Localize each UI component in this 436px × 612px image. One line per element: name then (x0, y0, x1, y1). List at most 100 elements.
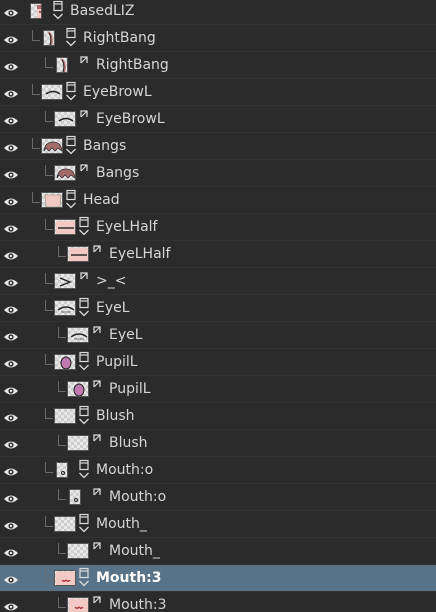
eye-icon[interactable] (3, 112, 19, 125)
eye-icon[interactable] (3, 328, 19, 341)
layer-row[interactable]: Bangs (0, 160, 436, 187)
folder-collapse-icon[interactable] (78, 513, 90, 535)
eye-icon[interactable] (3, 274, 19, 287)
layer-thumbnail (67, 381, 89, 397)
layer-name: Mouth:o (109, 489, 167, 505)
tree-connector (45, 111, 53, 122)
layer-thumbnail (30, 3, 42, 19)
layer-row[interactable]: RightBang (0, 52, 436, 79)
tree-connector (58, 435, 66, 446)
eye-icon[interactable] (3, 301, 19, 314)
layer-row[interactable]: Mouth_ (0, 538, 436, 565)
layer-thumbnail (54, 570, 76, 586)
layer-row[interactable]: Mouth:3 (0, 592, 436, 612)
folder-collapse-icon[interactable] (65, 27, 77, 49)
eye-icon[interactable] (3, 382, 19, 395)
layer-group-row[interactable]: PupilL (0, 349, 436, 376)
eye-icon[interactable] (3, 139, 19, 152)
folder-collapse-icon[interactable] (78, 216, 90, 238)
layer-link-icon (91, 594, 103, 612)
tree-connector (45, 57, 53, 68)
layer-link-icon (91, 378, 103, 400)
layer-row[interactable]: EyeLHalf (0, 241, 436, 268)
tree-connector (32, 84, 40, 95)
tree-connector (32, 192, 40, 203)
eye-icon[interactable] (3, 598, 19, 611)
layer-name: EyeLHalf (96, 219, 158, 235)
layer-group-row[interactable]: EyeBrowL (0, 79, 436, 106)
layer-name: PupilL (109, 381, 151, 397)
tree-connector (58, 246, 66, 257)
eye-icon[interactable] (3, 247, 19, 260)
layer-group-row[interactable]: BasedLIZ (0, 0, 436, 25)
layer-thumbnail (41, 138, 63, 154)
folder-collapse-icon[interactable] (78, 567, 90, 589)
folder-collapse-icon[interactable] (78, 459, 90, 481)
folder-collapse-icon[interactable] (78, 351, 90, 373)
folder-collapse-icon[interactable] (65, 135, 77, 157)
eye-icon[interactable] (3, 409, 19, 422)
eye-icon[interactable] (3, 436, 19, 449)
layer-row[interactable]: >_< (0, 268, 436, 295)
eye-icon[interactable] (3, 355, 19, 368)
layer-group-row[interactable]: Blush (0, 403, 436, 430)
tree-connector (58, 327, 66, 338)
layer-row[interactable]: Blush (0, 430, 436, 457)
layer-thumbnail (41, 192, 63, 208)
layer-row[interactable]: Mouth:o (0, 484, 436, 511)
layer-thumbnail (54, 111, 76, 127)
layer-group-row[interactable]: EyeL (0, 295, 436, 322)
tree-connector (58, 489, 66, 500)
folder-collapse-icon[interactable] (65, 189, 77, 211)
layer-name: PupilL (96, 354, 138, 370)
tree-connector (58, 597, 66, 608)
layer-thumbnail (41, 84, 63, 100)
eye-icon[interactable] (3, 220, 19, 233)
eye-icon[interactable] (3, 85, 19, 98)
layer-group-row[interactable]: Bangs (0, 133, 436, 160)
layer-group-row[interactable]: EyeLHalf (0, 214, 436, 241)
tree-connector (58, 543, 66, 554)
layer-name: Mouth:3 (109, 597, 167, 612)
eye-icon[interactable] (3, 31, 19, 44)
layer-thumbnail (43, 30, 55, 46)
layer-name: EyeL (109, 327, 143, 343)
eye-icon[interactable] (3, 193, 19, 206)
layer-thumbnail (56, 57, 68, 73)
tree-connector (32, 30, 40, 41)
eye-icon[interactable] (3, 463, 19, 476)
layer-row[interactable]: EyeL (0, 322, 436, 349)
layers-panel: BasedLIZ RightBang RightBang EyeBrowL EyeBro… (0, 0, 436, 612)
layer-group-row[interactable]: Mouth_ (0, 511, 436, 538)
layer-name: EyeBrowL (96, 111, 165, 127)
eye-icon[interactable] (3, 490, 19, 503)
layer-thumbnail (56, 462, 68, 478)
layer-group-row[interactable]: Mouth:o (0, 457, 436, 484)
layer-thumbnail (54, 408, 76, 424)
tree-connector (45, 300, 53, 311)
eye-icon[interactable] (3, 517, 19, 530)
folder-collapse-icon[interactable] (52, 0, 64, 22)
eye-icon[interactable] (3, 4, 19, 17)
layer-group-row[interactable]: Mouth:3 (0, 565, 436, 592)
layer-name: Mouth_ (109, 543, 160, 559)
layer-link-icon (91, 324, 103, 346)
layer-link-icon (78, 54, 90, 76)
eye-icon[interactable] (3, 571, 19, 584)
folder-collapse-icon[interactable] (78, 405, 90, 427)
eye-icon[interactable] (3, 166, 19, 179)
layer-thumbnail (54, 354, 76, 370)
layer-name: Bangs (83, 138, 127, 154)
layer-thumbnail (54, 165, 76, 181)
layer-row[interactable]: PupilL (0, 376, 436, 403)
layer-group-row[interactable]: Head (0, 187, 436, 214)
layer-link-icon (91, 540, 103, 562)
layer-group-row[interactable]: RightBang (0, 25, 436, 52)
eye-icon[interactable] (3, 58, 19, 71)
layer-row[interactable]: EyeBrowL (0, 106, 436, 133)
tree-connector (45, 516, 53, 527)
folder-collapse-icon[interactable] (78, 297, 90, 319)
layer-name: Mouth:o (96, 462, 154, 478)
folder-collapse-icon[interactable] (65, 81, 77, 103)
eye-icon[interactable] (3, 544, 19, 557)
